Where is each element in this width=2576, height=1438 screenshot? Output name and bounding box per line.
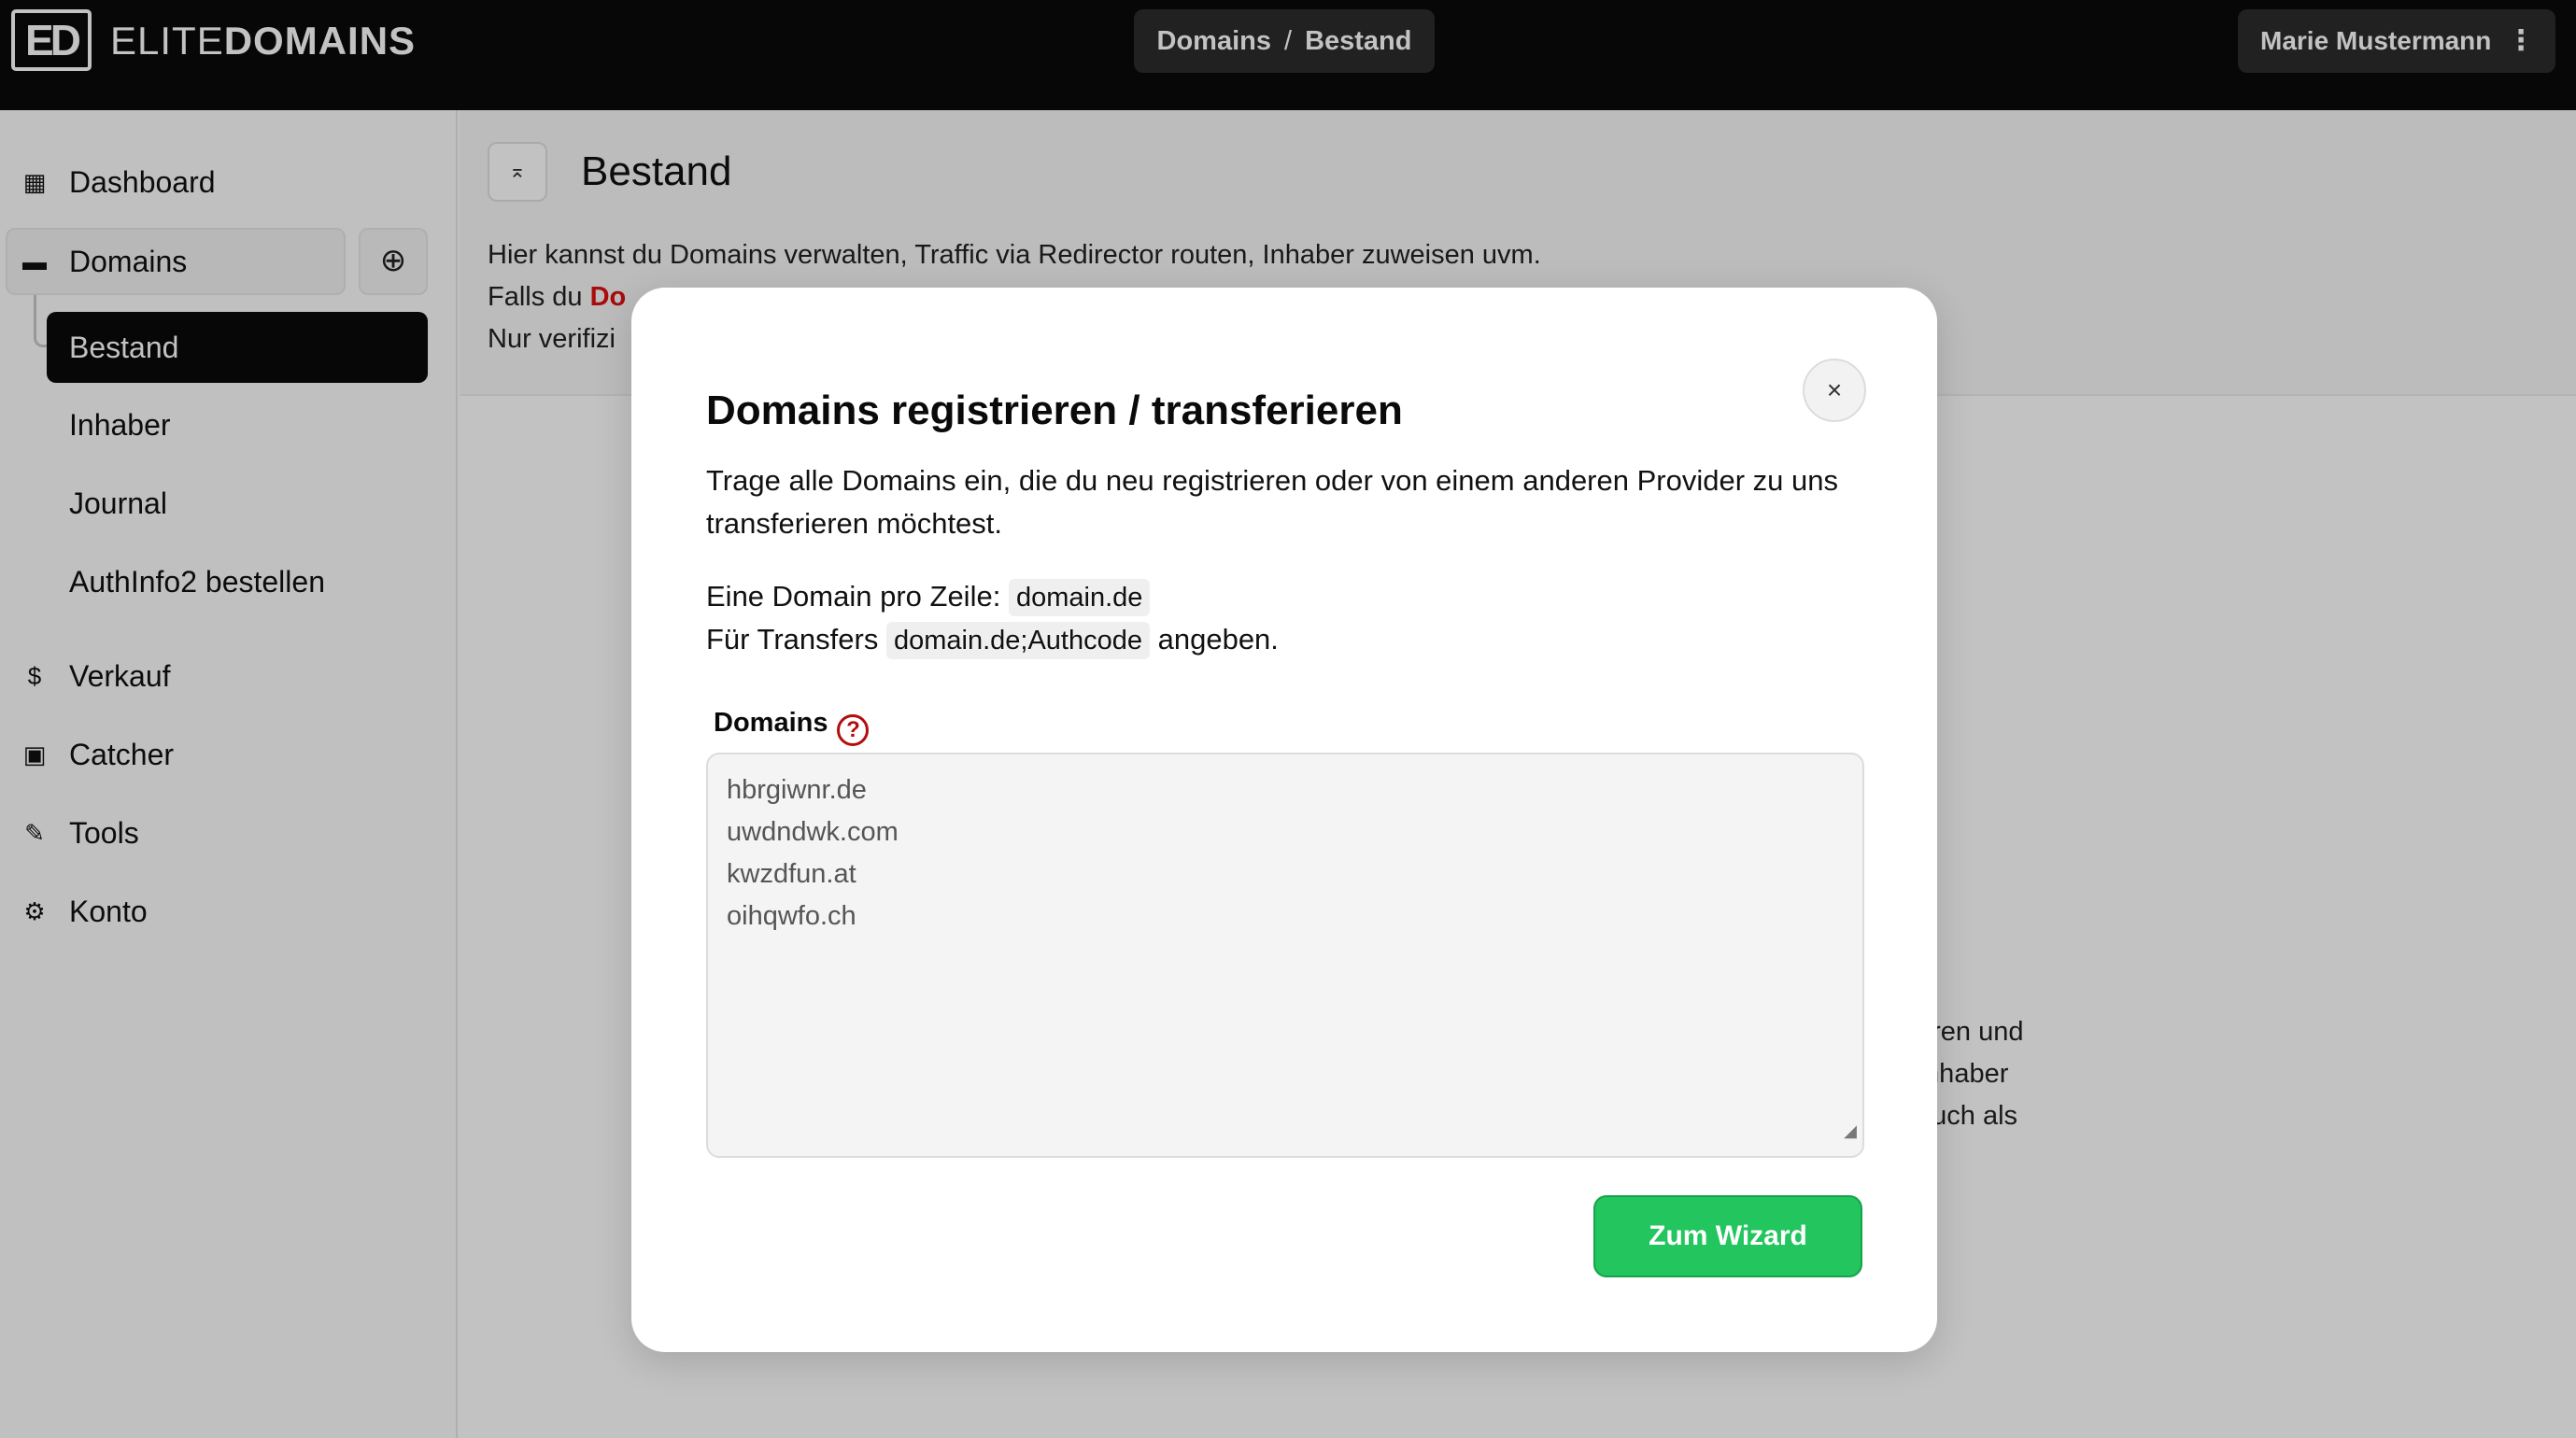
per-line-label: Eine Domain pro Zeile: (706, 580, 1001, 613)
domain-line: oihqwfo.ch (727, 901, 856, 931)
register-transfer-modal: × Domains registrieren / transferieren T… (631, 288, 1937, 1352)
domain-line: uwdndwk.com (727, 817, 899, 847)
zum-wizard-button[interactable]: Zum Wizard (1593, 1195, 1862, 1277)
help-icon[interactable]: ? (837, 714, 870, 746)
modal-intro-line2: transferieren möchtest. (706, 507, 1003, 540)
domains-textarea[interactable]: hbrgiwnr.de uwdndwk.com kwzdfun.at oihqw… (706, 753, 1864, 1158)
transfer-hint: Für Transfers domain.de;Authcode angeben… (706, 618, 1883, 661)
per-line-hint: Eine Domain pro Zeile: domain.de (706, 575, 1883, 618)
modal-intro: Trage alle Domains ein, die du neu regis… (706, 459, 1883, 545)
domain-line: kwzdfun.at (727, 859, 856, 889)
domains-label-text: Domains (714, 708, 828, 738)
resize-handle-icon[interactable]: ◢ (1844, 1110, 1857, 1152)
close-icon: × (1826, 375, 1843, 404)
transfer-prefix: Für Transfers (706, 623, 879, 656)
transfer-code: domain.de;Authcode (885, 622, 1150, 659)
close-button[interactable]: × (1803, 359, 1866, 422)
domain-line: hbrgiwnr.de (727, 775, 867, 805)
domains-field-label: Domains? (714, 704, 870, 746)
transfer-suffix: angeben. (1157, 623, 1279, 656)
per-line-code: domain.de (1008, 579, 1151, 616)
modal-title: Domains registrieren / transferieren (706, 388, 1403, 433)
modal-intro-line1: Trage alle Domains ein, die du neu regis… (706, 464, 1838, 497)
